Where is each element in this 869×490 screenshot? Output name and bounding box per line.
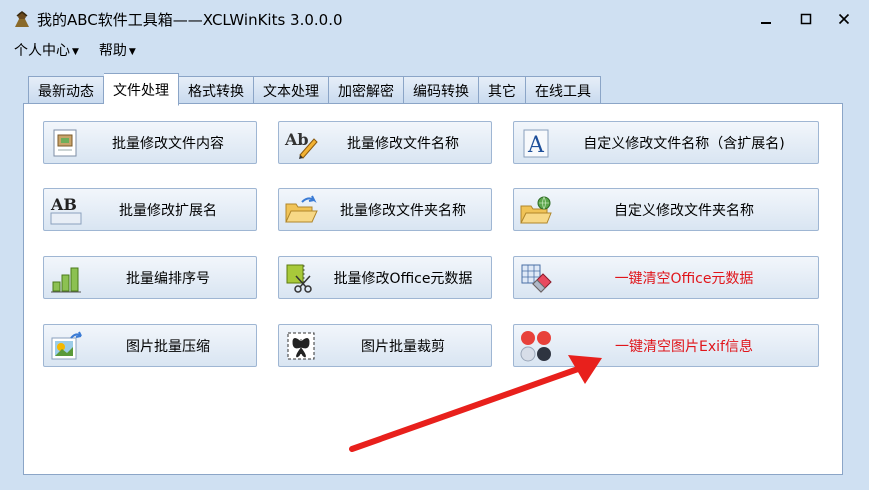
app-window: 我的ABC软件工具箱——XCLWinKits 3.0.0.0 个人中心 ▼ 帮助 ▼… — [0, 0, 869, 490]
window-title: 我的ABC软件工具箱——XCLWinKits 3.0.0.0 — [37, 11, 343, 29]
batch-modify-file-content-button[interactable]: 批量修改文件内容 — [43, 121, 257, 164]
document-image-icon — [53, 129, 77, 157]
custom-modify-folder-name-button[interactable]: 自定义修改文件夹名称 — [513, 188, 819, 231]
folder-globe-icon — [520, 196, 552, 224]
folder-arrow-icon — [285, 195, 318, 223]
menu-help[interactable]: 帮助 ▼ — [95, 40, 140, 62]
batch-modify-extension-button[interactable]: AB 批量修改扩展名 — [43, 188, 257, 231]
title-bar[interactable]: 我的ABC软件工具箱——XCLWinKits 3.0.0.0 — [0, 0, 869, 38]
eraser-table-icon — [521, 264, 552, 293]
tab-latest-news[interactable]: 最新动态 — [28, 76, 104, 106]
maximize-icon — [800, 13, 812, 25]
letter-a-icon: A — [523, 129, 549, 158]
tab-format-conversion[interactable]: 格式转换 — [179, 76, 254, 106]
ab-icon: AB — [50, 195, 82, 225]
minimize-button[interactable] — [752, 8, 780, 30]
tab-text-processing[interactable]: 文本处理 — [254, 76, 329, 106]
svg-text:AB: AB — [50, 195, 77, 214]
tab-online-tools[interactable]: 在线工具 — [526, 76, 601, 106]
tab-encoding-conversion[interactable]: 编码转换 — [404, 76, 479, 106]
batch-compress-images-button[interactable]: 图片批量压缩 — [43, 324, 257, 367]
svg-text:A: A — [527, 133, 545, 158]
svg-text:Ab: Ab — [284, 130, 309, 149]
menu-personal-center[interactable]: 个人中心 ▼ — [10, 40, 83, 62]
scissors-doc-icon — [286, 264, 312, 293]
minimize-icon — [761, 22, 771, 24]
four-circles-icon — [520, 331, 551, 362]
crop-butterfly-icon — [287, 332, 315, 360]
tab-file-processing[interactable]: 文件处理 — [104, 73, 179, 106]
text-pencil-icon: Ab — [284, 130, 318, 159]
close-button[interactable] — [830, 8, 858, 30]
menu-bar: 个人中心 ▼ 帮助 ▼ — [10, 40, 140, 62]
picture-arrow-icon — [51, 331, 82, 360]
custom-modify-file-name-button[interactable]: A 自定义修改文件名称（含扩展名) — [513, 121, 819, 164]
clear-office-metadata-button[interactable]: 一键清空Office元数据 — [513, 256, 819, 299]
app-logo-icon — [15, 11, 29, 27]
chevron-down-icon: ▼ — [72, 47, 79, 57]
close-icon — [838, 13, 850, 25]
batch-modify-office-metadata-button[interactable]: 批量修改Office元数据 — [278, 256, 492, 299]
batch-crop-images-button[interactable]: 图片批量裁剪 — [278, 324, 492, 367]
maximize-button[interactable] — [792, 8, 820, 30]
chevron-down-icon: ▼ — [128, 47, 136, 57]
tab-strip: 最新动态 文件处理 格式转换 文本处理 加密解密 编码转换 其它 在线工具 — [28, 73, 601, 106]
bar-chart-icon — [51, 267, 81, 293]
tab-other[interactable]: 其它 — [479, 76, 526, 106]
tab-encrypt-decrypt[interactable]: 加密解密 — [329, 76, 404, 106]
clear-image-exif-button[interactable]: 一键清空图片Exif信息 — [513, 324, 819, 367]
batch-sequence-numbering-button[interactable]: 批量编排序号 — [43, 256, 257, 299]
batch-modify-folder-name-button[interactable]: 批量修改文件夹名称 — [278, 188, 492, 231]
batch-modify-file-name-button[interactable]: Ab 批量修改文件名称 — [278, 121, 492, 164]
